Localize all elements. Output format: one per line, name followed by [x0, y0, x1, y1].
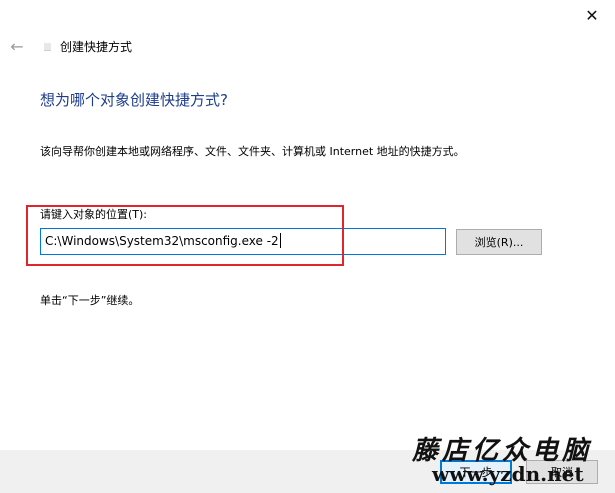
window-title: 创建快捷方式	[60, 40, 133, 54]
close-icon: ✕	[585, 5, 599, 25]
page-heading: 想为哪个对象创建快捷方式?	[40, 91, 228, 109]
browse-button[interactable]: 浏览(R)...	[456, 229, 542, 255]
create-shortcut-window: ✕ ← 创建快捷方式 想为哪个对象创建快捷方式? 该向导帮你创建本地或网络程序、…	[0, 0, 615, 493]
continue-hint: 单击“下一步”继续。	[40, 294, 140, 307]
watermark-url: www.yzdn.net	[432, 462, 584, 486]
back-arrow-icon: ←	[10, 36, 24, 56]
back-button[interactable]: ←	[8, 34, 26, 58]
highlight-annotation-box	[26, 205, 344, 266]
page-description: 该向导帮你创建本地或网络程序、文件、文件夹、计算机或 Internet 地址的快…	[40, 145, 465, 158]
shortcut-wizard-icon	[44, 43, 51, 51]
close-button[interactable]: ✕	[569, 0, 615, 30]
